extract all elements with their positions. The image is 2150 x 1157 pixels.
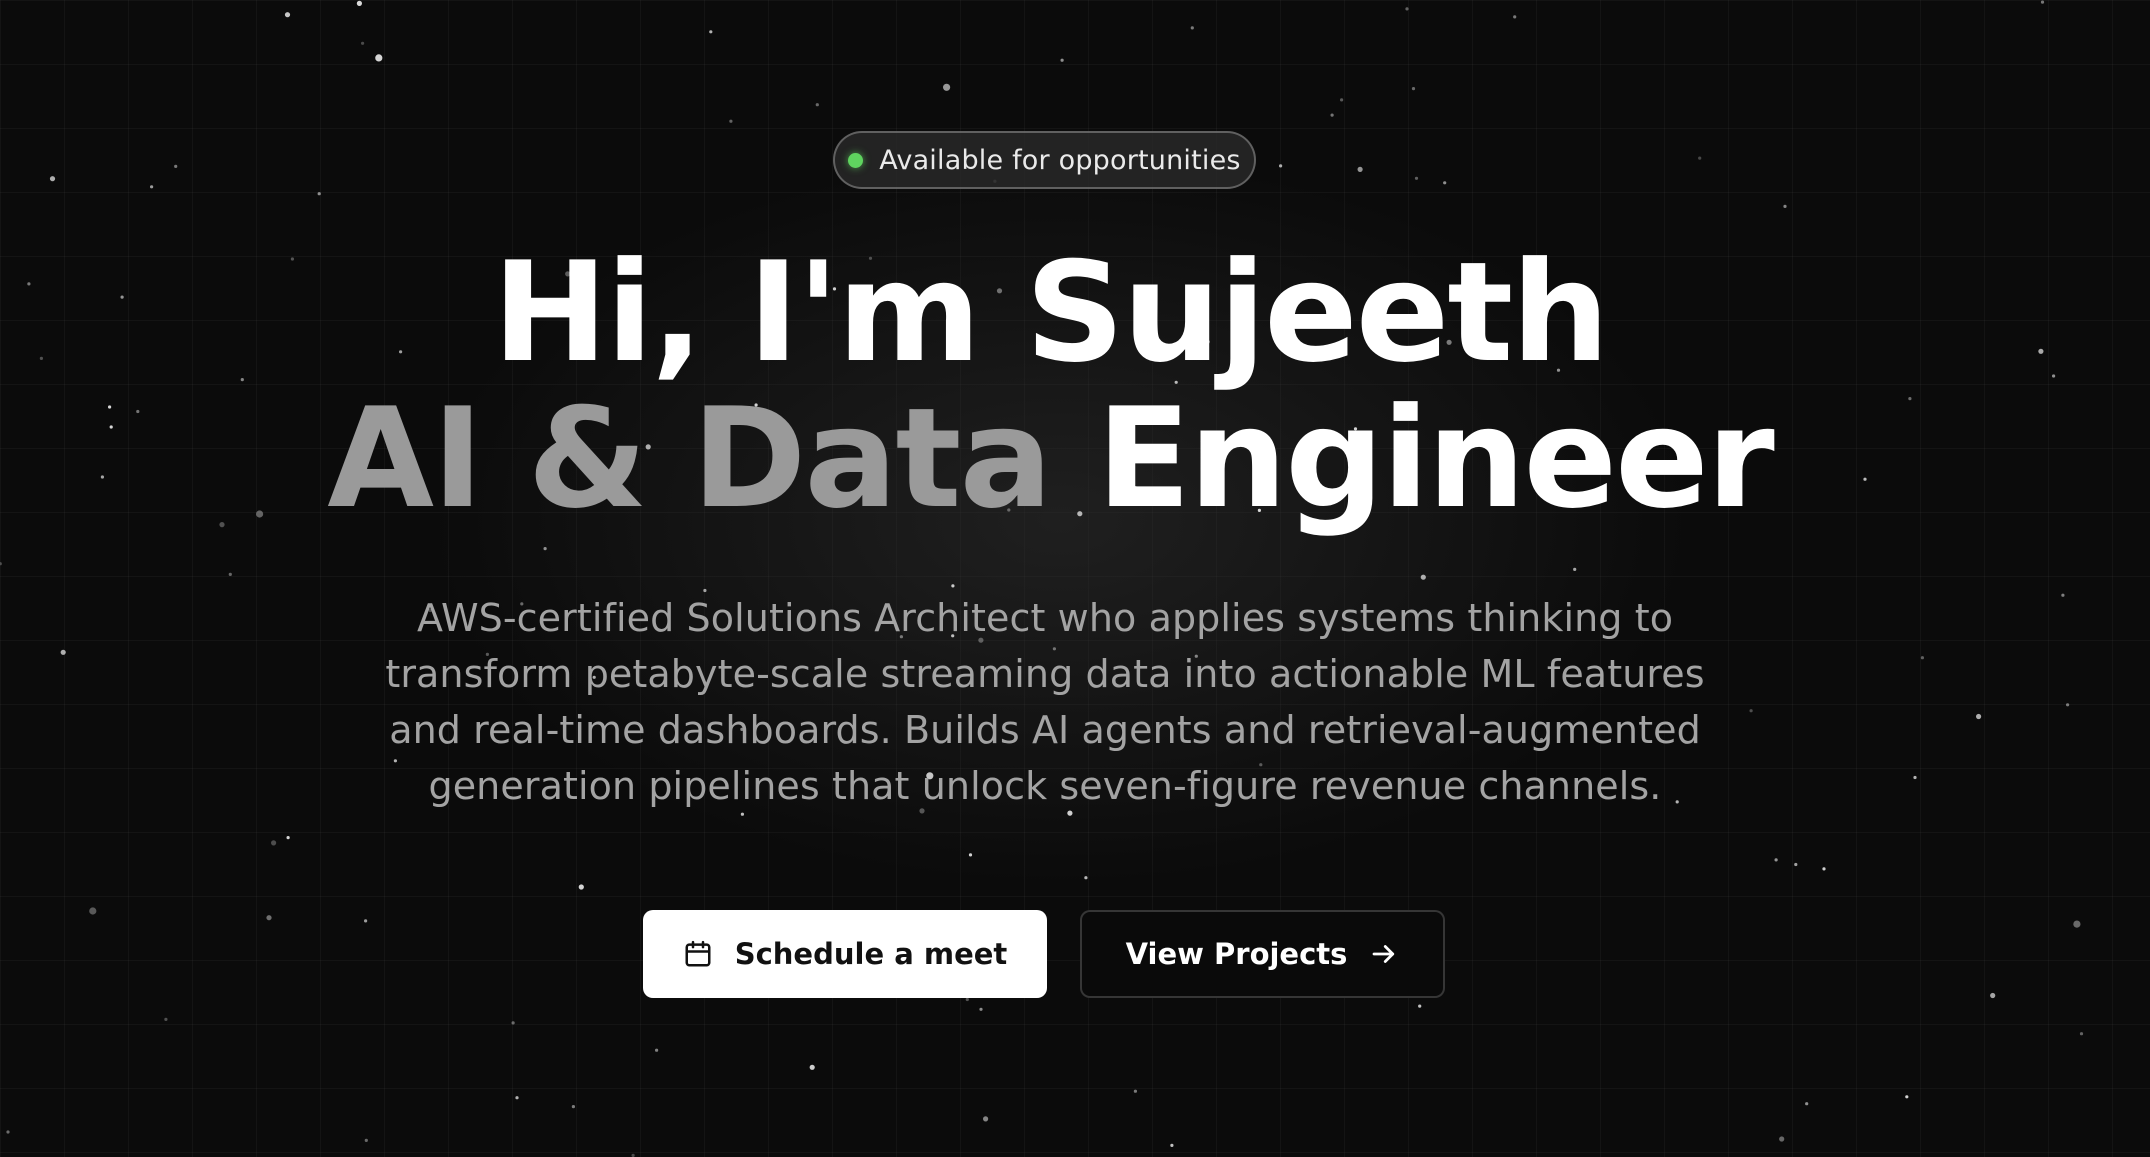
status-dot-icon [848, 152, 864, 168]
availability-badge: Available for opportunities [833, 131, 1256, 189]
schedule-meet-button[interactable]: Schedule a meet [643, 910, 1047, 998]
hero-page: Available for opportunities Hi, I'm Suje… [0, 0, 2150, 1157]
hero-headline: Hi, I'm Sujeeth AI & Data Engineer [0, 240, 2100, 532]
calendar-icon [685, 940, 711, 967]
arrow-right-icon [1373, 945, 1395, 963]
hero-section: Available for opportunities Hi, I'm Suje… [0, 0, 2150, 1157]
role-muted-text: AI & Data [327, 378, 1052, 539]
role-line: AI & Data Engineer [0, 386, 2100, 532]
role-bright-text: Engineer [1096, 378, 1775, 539]
hero-description: AWS-certified Solutions Architect who ap… [385, 596, 1705, 808]
schedule-meet-label: Schedule a meet [734, 937, 1008, 971]
availability-badge-label: Available for opportunities [879, 144, 1241, 176]
greeting-line: Hi, I'm Sujeeth [492, 232, 1609, 393]
view-projects-label: View Projects [1125, 937, 1348, 971]
view-projects-button[interactable]: View Projects [1080, 910, 1445, 998]
